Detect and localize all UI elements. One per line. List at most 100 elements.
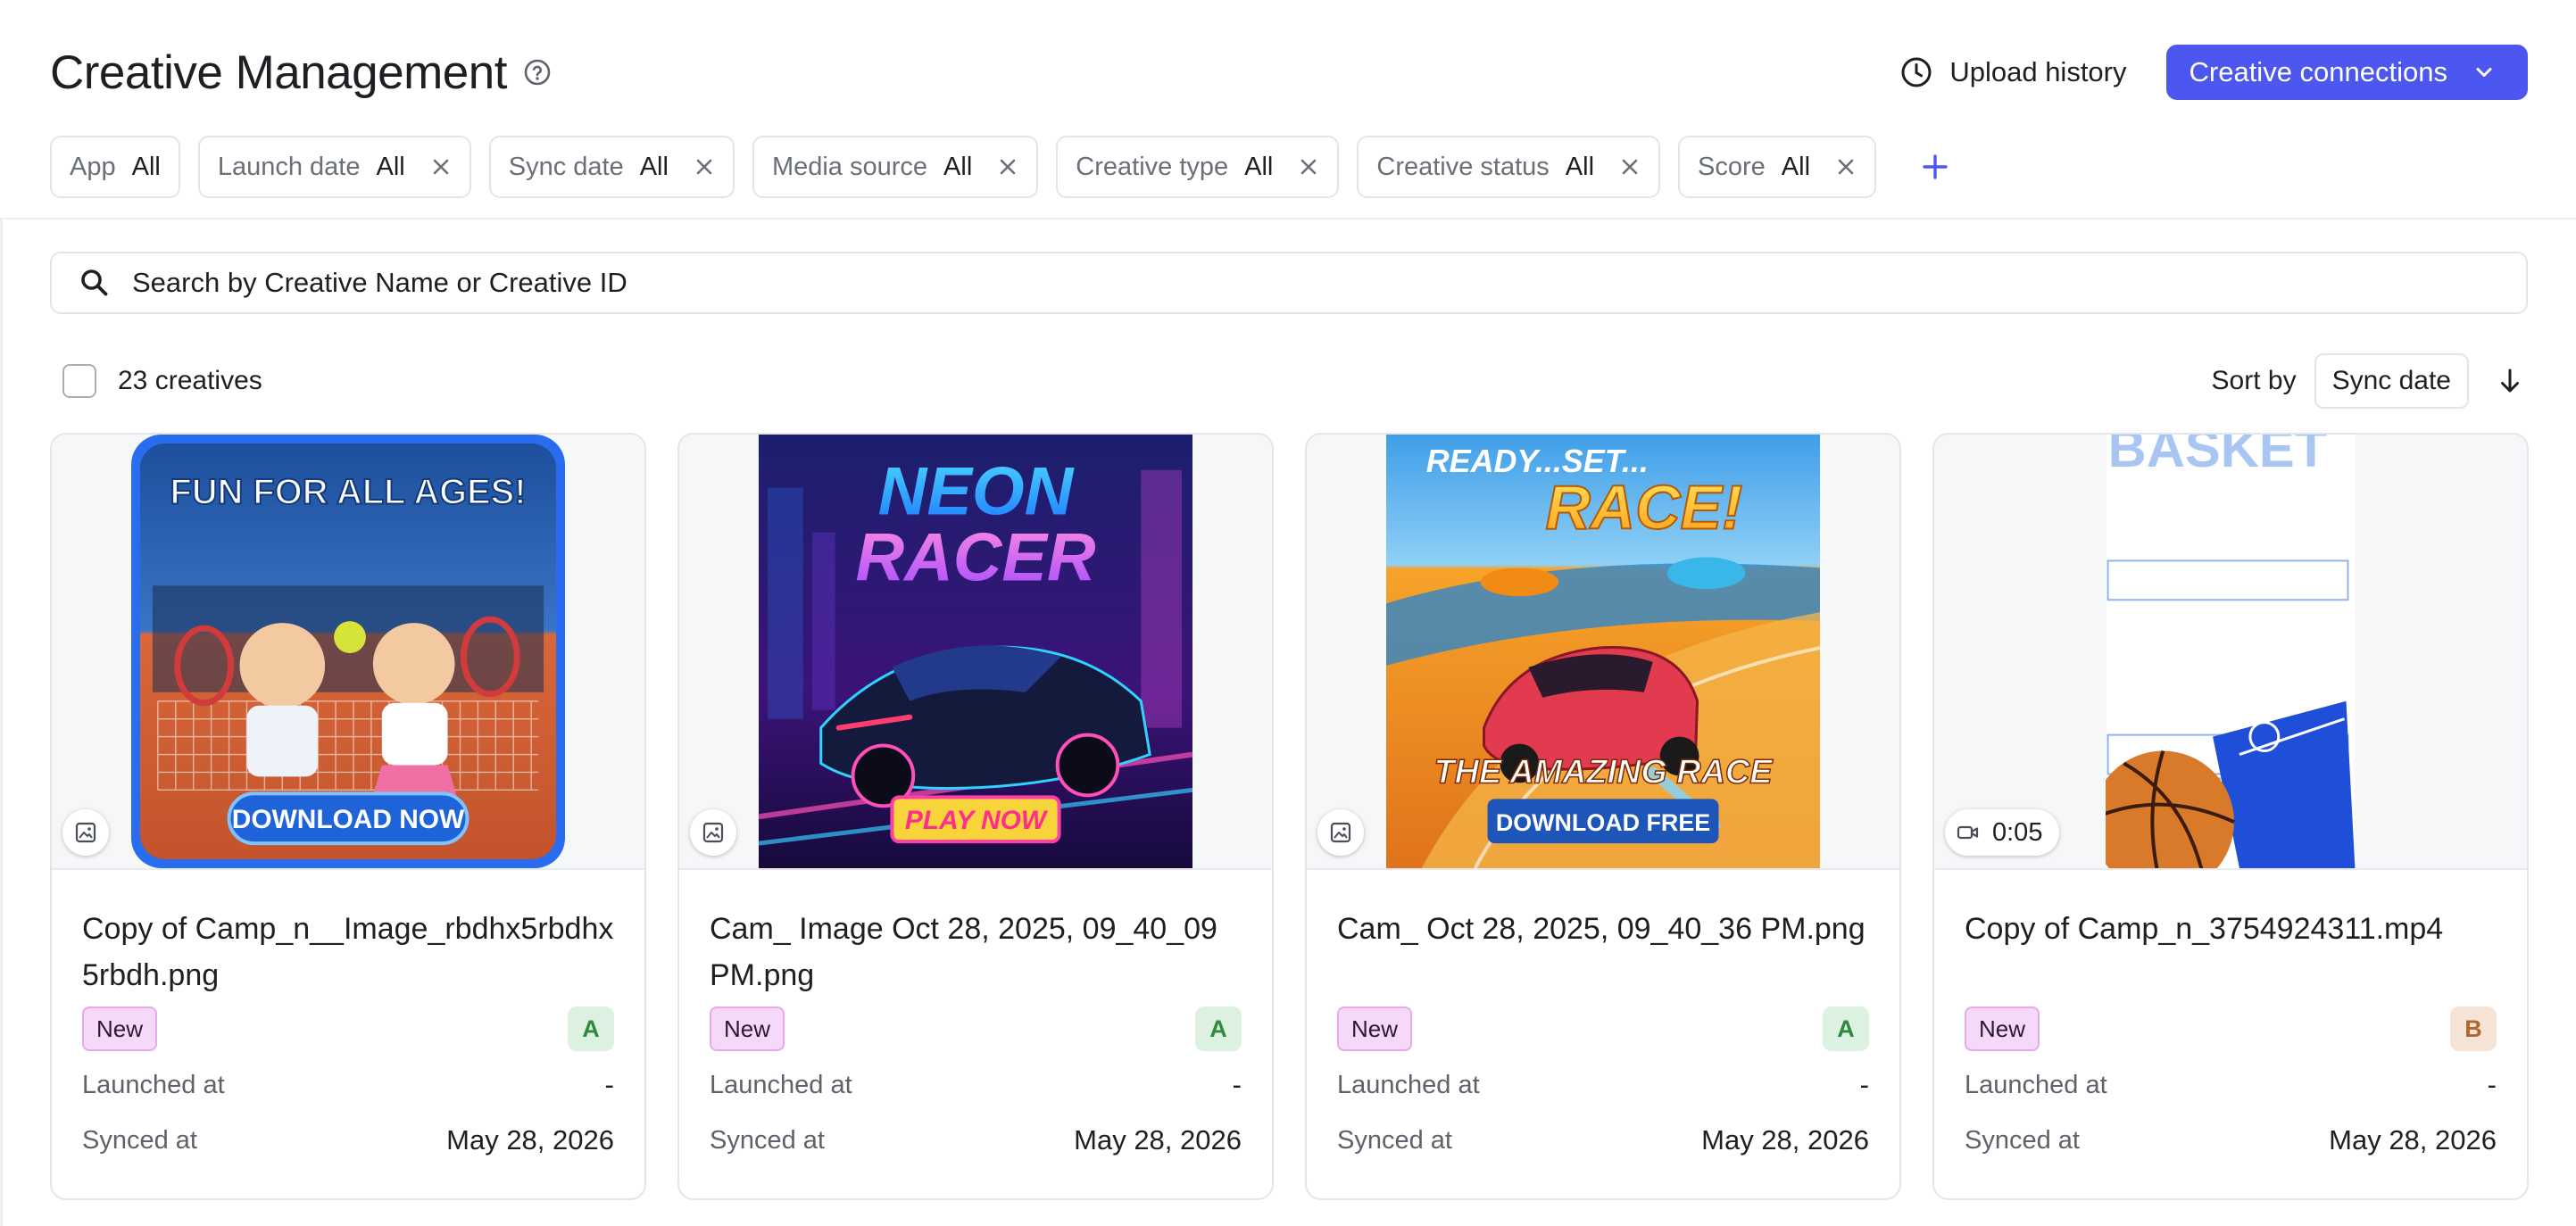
header-divider	[0, 218, 2576, 220]
filter-chip[interactable]: Creative type All	[1056, 136, 1340, 198]
synced-row: Synced at May 28, 2026	[710, 1113, 1242, 1168]
search-icon	[79, 267, 111, 299]
filter-label: Score	[1698, 152, 1766, 181]
filter-value: All	[376, 152, 405, 181]
creative-name: Cam_ Oct 28, 2025, 09_40_36 PM.png	[1337, 912, 1866, 946]
close-icon[interactable]	[1619, 156, 1641, 178]
synced-row: Synced at May 28, 2026	[1337, 1113, 1869, 1168]
badge-row: New B	[1965, 1006, 2497, 1052]
launched-value: -	[1859, 1069, 1869, 1100]
creative-name: Copy of Camp_n__Image_rbdhx5rbdhx5rbdh.p…	[82, 912, 614, 992]
chevron-down-icon	[2472, 61, 2496, 84]
arrow-down-icon[interactable]	[2494, 365, 2526, 397]
launched-value: -	[2487, 1069, 2497, 1100]
score-badge: A	[1195, 1006, 1242, 1051]
creatives-grid: FUN FOR ALL AGES! DOWNLOAD NOW Copy of Cam…	[50, 433, 2560, 1200]
sort-controls: Sort by Sync date	[2212, 353, 2526, 409]
creative-card[interactable]: NEON RACER PLAY NOW Cam_ Image Oct 28, 2025…	[677, 433, 1274, 1200]
select-all-checkbox[interactable]	[62, 364, 96, 398]
upload-history-button[interactable]: Upload history	[1899, 55, 2127, 89]
filter-label: Launch date	[217, 152, 361, 181]
filter-value: All	[1565, 152, 1595, 181]
creative-connections-label: Creative connections	[2189, 56, 2448, 87]
creatives-count: 23 creatives	[118, 366, 262, 395]
synced-label: Synced at	[710, 1125, 825, 1155]
add-filter-plus-icon[interactable]	[1914, 145, 1957, 188]
creative-card[interactable]: FUN FOR ALL AGES! DOWNLOAD NOW Copy of Cam…	[50, 433, 646, 1200]
filter-bar: App All Launch date All Sync date All Media so…	[50, 136, 1957, 198]
filter-chip[interactable]: App All	[50, 136, 180, 198]
filter-chip[interactable]: Sync date All	[488, 136, 735, 198]
creative-thumbnail[interactable]: BASKET 0:05	[1934, 435, 2527, 870]
launched-label: Launched at	[1337, 1070, 1480, 1099]
close-icon[interactable]	[997, 156, 1018, 178]
badge-row: New A	[82, 1006, 614, 1052]
synced-label: Synced at	[82, 1125, 197, 1155]
launched-label: Launched at	[1965, 1070, 2107, 1099]
media-type-badge: 0:05	[1945, 809, 2060, 856]
badge-row: New A	[710, 1006, 1242, 1052]
close-icon[interactable]	[430, 156, 452, 178]
search-input[interactable]	[132, 267, 2499, 299]
clock-icon	[1899, 55, 1933, 89]
filter-label: Sync date	[508, 152, 624, 181]
media-type-badge	[1317, 809, 1364, 856]
filter-label: Creative status	[1376, 152, 1550, 181]
sort-label: Sort by	[2211, 366, 2297, 395]
creative-name: Copy of Camp_n_3754924311.mp4	[1965, 912, 2444, 946]
filter-chip[interactable]: Media source All	[752, 136, 1039, 198]
synced-label: Synced at	[1337, 1125, 1452, 1155]
creative-thumbnail[interactable]: FUN FOR ALL AGES! DOWNLOAD NOW	[52, 435, 644, 870]
help-icon[interactable]	[523, 58, 552, 87]
score-badge: A	[568, 1006, 614, 1051]
launched-row: Launched at -	[1965, 1057, 2497, 1113]
svg-text:BASKET: BASKET	[2108, 435, 2328, 478]
svg-text:RACER: RACER	[855, 519, 1095, 595]
status-badge: New	[1965, 1006, 2040, 1051]
creative-thumbnail[interactable]: READY...SET... RACE! THE AMAZING RACE DOWNL…	[1307, 435, 1899, 870]
close-icon[interactable]	[1835, 156, 1857, 178]
search-box[interactable]	[50, 252, 2528, 314]
page-title: Creative Management	[50, 46, 507, 99]
content-left-border	[0, 220, 3, 1226]
card-body: Cam_ Oct 28, 2025, 09_40_36 PM.png New A La…	[1307, 906, 1899, 1168]
creative-image: FUN FOR ALL AGES! DOWNLOAD NOW	[130, 435, 566, 868]
filter-label: Media source	[771, 152, 928, 181]
svg-text:FUN FOR ALL AGES!: FUN FOR ALL AGES!	[170, 473, 526, 512]
launched-row: Launched at -	[1337, 1057, 1869, 1113]
image-icon	[702, 821, 725, 844]
filter-label: App	[70, 152, 116, 181]
filter-chip[interactable]: Score All	[1678, 136, 1877, 198]
image-icon	[1329, 821, 1352, 844]
header-actions: Upload history Creative connections	[1899, 45, 2528, 100]
upload-history-label: Upload history	[1949, 56, 2127, 87]
launched-value: -	[1232, 1069, 1242, 1100]
status-badge: New	[1337, 1006, 1413, 1051]
svg-text:RACE!: RACE!	[1545, 473, 1742, 543]
launched-row: Launched at -	[82, 1057, 614, 1113]
sort-select[interactable]: Sync date	[2314, 353, 2469, 409]
filter-chip[interactable]: Launch date All	[197, 136, 471, 198]
close-icon[interactable]	[694, 156, 715, 178]
filter-value: All	[639, 152, 669, 181]
score-badge: A	[1823, 1006, 1869, 1051]
launched-label: Launched at	[710, 1070, 852, 1099]
synced-value: May 28, 2026	[1701, 1124, 1869, 1156]
filter-value: All	[1781, 152, 1811, 181]
creative-card[interactable]: READY...SET... RACE! THE AMAZING RACE DOWNL…	[1305, 433, 1901, 1200]
video-icon	[1957, 821, 1980, 844]
list-toolbar: 23 creatives Sort by Sync date	[62, 352, 2526, 410]
status-badge: New	[710, 1006, 785, 1051]
creative-thumbnail[interactable]: NEON RACER PLAY NOW	[679, 435, 1272, 870]
image-icon	[74, 821, 97, 844]
creative-card[interactable]: BASKET 0:05 Copy of Camp_n_3754924311.mp4 N…	[1932, 433, 2529, 1200]
filter-chip[interactable]: Creative status All	[1357, 136, 1661, 198]
svg-text:PLAY NOW: PLAY NOW	[905, 806, 1049, 835]
card-body: Cam_ Image Oct 28, 2025, 09_40_09 PM.png…	[679, 906, 1272, 1168]
close-icon[interactable]	[1298, 156, 1319, 178]
score-badge: B	[2450, 1006, 2497, 1051]
filter-value: All	[1244, 152, 1274, 181]
badge-row: New A	[1337, 1006, 1869, 1052]
synced-row: Synced at May 28, 2026	[1965, 1113, 2497, 1168]
creative-connections-button[interactable]: Creative connections	[2165, 45, 2528, 100]
